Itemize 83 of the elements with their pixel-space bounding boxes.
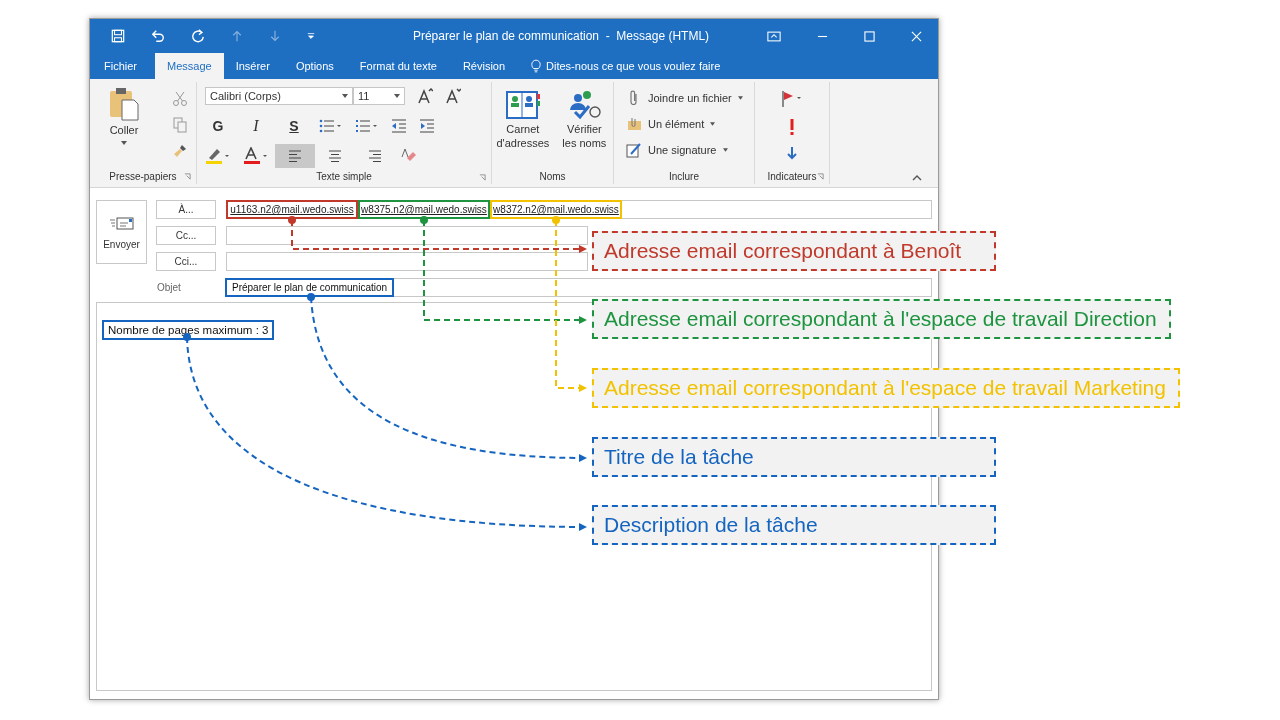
envelope-clip-icon	[626, 116, 642, 132]
window-title: Préparer le plan de communication - Message (HTML)	[412, 29, 710, 43]
ribbon-tab[interactable]: Insérer	[227, 53, 284, 79]
align-lines-icon	[288, 150, 302, 162]
body-text: Nombre de pages maximum : 3	[102, 320, 275, 340]
group-label: Noms	[539, 170, 566, 182]
group-label: Presse-papiers	[109, 170, 177, 182]
increase-indent-icon[interactable]	[419, 118, 435, 134]
caret-icon	[722, 148, 728, 152]
maximize-icon[interactable]	[864, 30, 875, 42]
caret-icon	[342, 94, 348, 98]
exclamation-icon[interactable]	[789, 118, 795, 136]
align-lines-icon	[368, 150, 382, 162]
brush-icon[interactable]	[172, 143, 188, 159]
tell-me-search[interactable]: Dites-nous ce que vous voulez faire	[546, 60, 721, 72]
to-button[interactable]: À...	[156, 200, 216, 219]
align-lines-icon	[328, 150, 342, 162]
save-icon[interactable]	[111, 29, 125, 43]
highlighter-icon[interactable]	[205, 147, 231, 165]
ribbon-tab[interactable]: Options	[287, 53, 348, 79]
decrease-indent-icon[interactable]	[391, 118, 407, 134]
group-label: Inclure	[669, 170, 699, 182]
dialog-launcher-icon[interactable]	[479, 174, 486, 181]
to-field[interactable]: u1163.n2@mail.wedo.swiss w8375.n2@mail.wedo.swiss w8372.n2@mail.wedo.swiss	[226, 200, 932, 219]
group-label: Texte simple	[316, 171, 372, 182]
font-color-icon[interactable]	[243, 147, 269, 165]
address-book-icon	[505, 90, 540, 120]
include-menu-button[interactable]: Joindre un fichier	[626, 88, 754, 108]
bcc-field[interactable]	[226, 252, 588, 271]
check-names-button[interactable]: Vérifier les noms	[555, 88, 613, 168]
paste-button[interactable]: Coller	[104, 85, 144, 168]
shrink-font-icon[interactable]	[445, 88, 461, 104]
flag-icon[interactable]	[780, 90, 804, 108]
dialog-launcher-icon[interactable]	[184, 173, 191, 180]
customize-caret-icon[interactable]	[307, 32, 315, 40]
numbered-list-icon[interactable]	[355, 118, 379, 134]
people-check-icon	[567, 90, 602, 120]
recipient-address[interactable]: u1163.n2@mail.wedo.swiss	[226, 200, 358, 219]
include-menu-button[interactable]: Une signature	[626, 140, 754, 160]
clipboard-icon	[108, 87, 140, 121]
ribbon-tab[interactable]: Format du texte	[351, 53, 451, 79]
ribbon-tab[interactable]: Message	[155, 53, 224, 79]
font-family-dropdown[interactable]: Calibri (Corps)	[205, 87, 353, 105]
recipient-address[interactable]: w8375.n2@mail.wedo.swiss	[358, 200, 490, 219]
include-menu-button[interactable]: Un élément	[626, 114, 754, 134]
bold-button[interactable]: G	[205, 118, 231, 134]
caret-icon	[121, 140, 127, 145]
annotation-callout: Titre de la tâche	[592, 437, 996, 477]
dialog-launcher-icon[interactable]	[817, 173, 824, 180]
lightbulb-icon	[531, 59, 542, 73]
collapse-ribbon-icon[interactable]	[912, 175, 922, 181]
group-label: Indicateurs	[767, 170, 817, 182]
caret-icon	[737, 96, 743, 100]
send-button[interactable]: Envoyer	[96, 200, 147, 264]
underline-button[interactable]: S	[281, 118, 307, 134]
envelope-icon	[108, 214, 135, 233]
caret-icon	[710, 122, 716, 126]
eraser-icon[interactable]	[401, 148, 417, 164]
ribbon-display-icon[interactable]	[767, 30, 781, 42]
italic-button[interactable]: I	[243, 117, 269, 135]
subject-text: Préparer le plan de communication	[225, 278, 395, 297]
close-icon[interactable]	[911, 30, 922, 42]
caret-icon	[394, 94, 400, 98]
grow-font-icon[interactable]	[417, 88, 433, 104]
redo-icon[interactable]	[191, 29, 205, 43]
annotation-callout: Adresse email correspondant à l'espace de travail Marketing	[592, 368, 1180, 408]
annotation-callout: Description de la tâche	[592, 505, 996, 545]
subject-field[interactable]: Préparer le plan de communication	[226, 278, 932, 297]
down-arrow-icon[interactable]	[787, 146, 797, 160]
annotation-callout: Adresse email correspondant à l'espace de travail Direction	[592, 299, 1171, 339]
font-size-dropdown[interactable]: 11	[353, 87, 405, 105]
cc-button[interactable]: Cc...	[156, 226, 216, 245]
recipient-address[interactable]: w8372.n2@mail.wedo.swiss	[490, 200, 622, 219]
subject-label: Objet	[156, 282, 182, 293]
undo-icon[interactable]	[151, 29, 165, 43]
bcc-button[interactable]: Cci...	[156, 252, 216, 271]
address-book-button[interactable]: Carnet d'adresses	[492, 88, 554, 168]
bullet-list-icon[interactable]	[319, 118, 343, 134]
ribbon-tab[interactable]: Révision	[454, 53, 520, 79]
pen-document-icon	[626, 142, 642, 158]
cc-field[interactable]	[226, 226, 588, 245]
annotation-callout: Adresse email correspondant à Benoît	[592, 231, 996, 271]
ribbon-tab[interactable]: Fichier	[96, 53, 151, 79]
